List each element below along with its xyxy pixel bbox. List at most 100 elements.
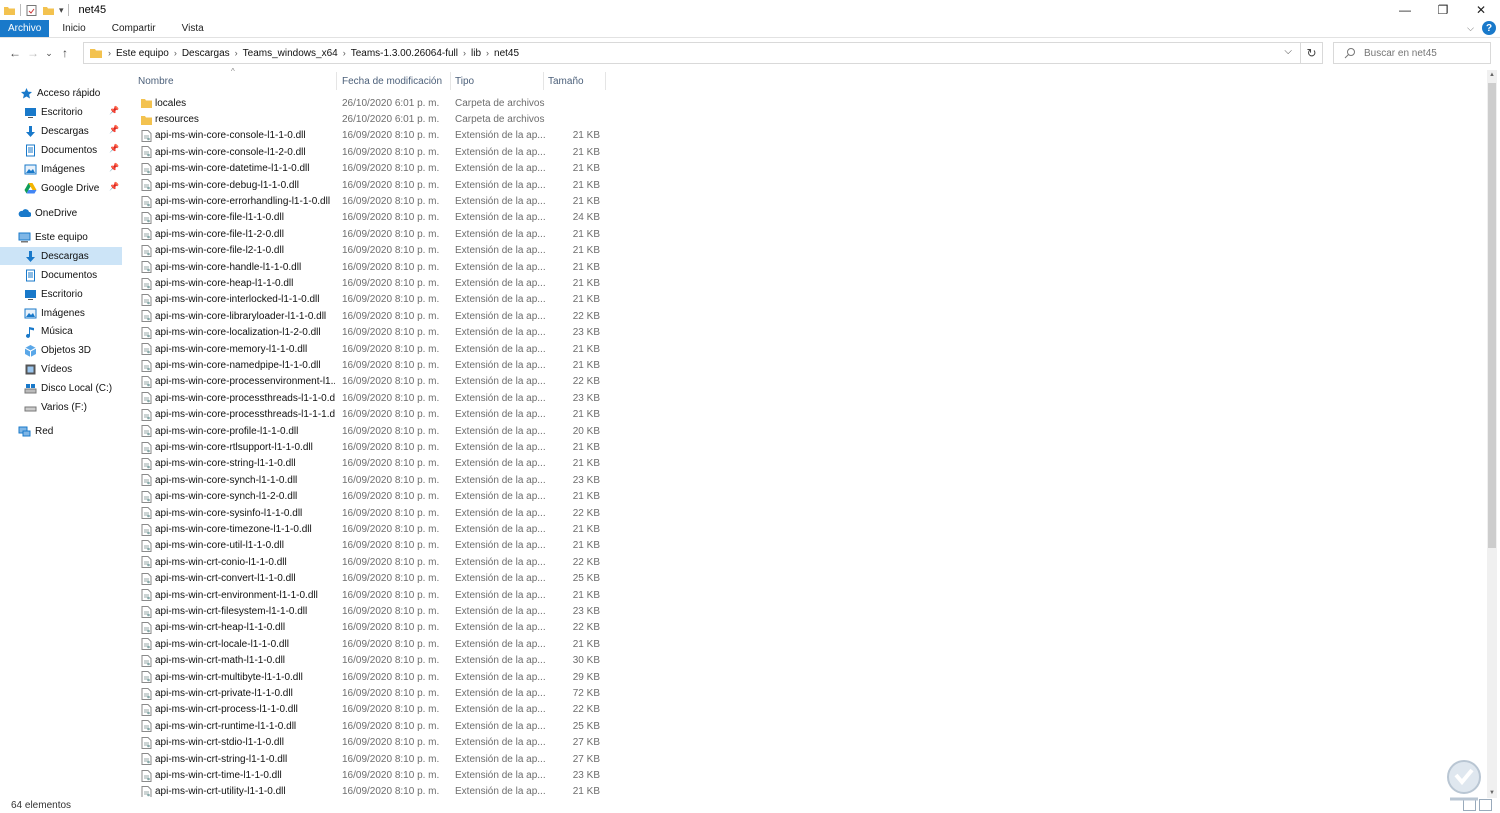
file-row[interactable]: api-ms-win-crt-private-l1-1-0.dll 16/09/2…: [137, 685, 607, 701]
file-row[interactable]: api-ms-win-core-debug-l1-1-0.dll 16/09/20…: [137, 177, 607, 193]
file-row[interactable]: api-ms-win-core-handle-l1-1-0.dll 16/09/2…: [137, 259, 607, 275]
breadcrumb-teams-windows[interactable]: Teams_windows_x64: [239, 48, 342, 59]
sidebar-item-este-equipo[interactable]: Este equipo: [18, 228, 122, 246]
file-row[interactable]: api-ms-win-core-synch-l1-1-0.dll 16/09/20…: [137, 472, 607, 488]
file-row[interactable]: api-ms-win-core-processenvironment-l1...…: [137, 374, 607, 390]
back-button[interactable]: ←: [6, 42, 24, 64]
tab-archivo[interactable]: Archivo: [0, 20, 50, 37]
file-row[interactable]: api-ms-win-core-synch-l1-2-0.dll 16/09/20…: [137, 489, 607, 505]
file-row[interactable]: api-ms-win-core-namedpipe-l1-1-0.dll 16/0…: [137, 357, 607, 373]
breadcrumb-teams-full[interactable]: Teams-1.3.00.26064-full: [347, 48, 462, 59]
address-bar[interactable]: › Este equipo › Descargas › Teams_window…: [83, 42, 1301, 64]
sidebar-item-onedrive[interactable]: OneDrive: [18, 204, 122, 222]
file-row[interactable]: api-ms-win-crt-conio-l1-1-0.dll 16/09/202…: [137, 554, 607, 570]
file-row[interactable]: api-ms-win-core-libraryloader-l1-1-0.dll…: [137, 308, 607, 324]
properties-icon[interactable]: [25, 4, 38, 17]
tab-inicio[interactable]: Inicio: [49, 20, 98, 37]
sidebar-item-descargas-pinned[interactable]: Descargas 📌: [24, 122, 122, 140]
file-row[interactable]: api-ms-win-crt-stdio-l1-1-0.dll 16/09/202…: [137, 735, 607, 751]
file-row[interactable]: api-ms-win-core-memory-l1-1-0.dll 16/09/2…: [137, 341, 607, 357]
file-row[interactable]: api-ms-win-crt-process-l1-1-0.dll 16/09/2…: [137, 702, 607, 718]
up-button[interactable]: ↑: [56, 42, 74, 64]
column-resize-handle[interactable]: [605, 72, 606, 90]
scroll-down-icon[interactable]: ▼: [1487, 788, 1497, 798]
breadcrumb-descargas[interactable]: Descargas: [178, 48, 234, 59]
sidebar-item-musica[interactable]: Música: [24, 322, 122, 340]
scroll-up-icon[interactable]: ▲: [1487, 70, 1497, 80]
column-header-size[interactable]: Tamaño: [543, 70, 605, 92]
sidebar-item-escritorio[interactable]: Escritorio: [24, 285, 122, 303]
refresh-button[interactable]: ↻: [1301, 42, 1323, 64]
file-row[interactable]: api-ms-win-crt-heap-l1-1-0.dll 16/09/2020…: [137, 620, 607, 636]
file-row[interactable]: api-ms-win-core-sysinfo-l1-1-0.dll 16/09/…: [137, 505, 607, 521]
file-row[interactable]: api-ms-win-core-file-l1-2-0.dll 16/09/202…: [137, 226, 607, 242]
sidebar-item-descargas[interactable]: Descargas: [0, 247, 122, 265]
file-row[interactable]: api-ms-win-core-util-l1-1-0.dll 16/09/202…: [137, 538, 607, 554]
sidebar-item-varios[interactable]: Varios (F:): [24, 398, 122, 416]
file-row[interactable]: api-ms-win-crt-environment-l1-1-0.dll 16/…: [137, 587, 607, 603]
file-row[interactable]: api-ms-win-core-processthreads-l1-1-0.dl…: [137, 390, 607, 406]
file-row[interactable]: api-ms-win-core-console-l1-1-0.dll 16/09/…: [137, 128, 607, 144]
file-row[interactable]: api-ms-win-core-processthreads-l1-1-1.dl…: [137, 407, 607, 423]
file-row[interactable]: locales 26/10/2020 6:01 p. m. Carpeta de a…: [137, 95, 607, 111]
file-row[interactable]: api-ms-win-crt-locale-l1-1-0.dll 16/09/20…: [137, 636, 607, 652]
file-row[interactable]: api-ms-win-core-console-l1-2-0.dll 16/09/…: [137, 144, 607, 160]
minimize-button[interactable]: —: [1386, 0, 1424, 20]
file-row[interactable]: api-ms-win-core-heap-l1-1-0.dll 16/09/202…: [137, 275, 607, 291]
file-row[interactable]: api-ms-win-crt-filesystem-l1-1-0.dll 16/0…: [137, 603, 607, 619]
file-row[interactable]: api-ms-win-crt-utility-l1-1-0.dll 16/09/2…: [137, 784, 607, 797]
expand-ribbon-icon[interactable]: ⌵: [1467, 23, 1474, 34]
file-row[interactable]: api-ms-win-core-interlocked-l1-1-0.dll 16…: [137, 292, 607, 308]
tab-compartir[interactable]: Compartir: [99, 20, 169, 37]
sidebar-item-documentos-pinned[interactable]: Documentos 📌: [24, 141, 122, 159]
sidebar-item-acceso-rapido[interactable]: Acceso rápido: [20, 84, 122, 102]
forward-button[interactable]: →: [24, 42, 42, 64]
column-header-name[interactable]: Nombre: [133, 70, 336, 92]
sidebar-item-escritorio-pinned[interactable]: Escritorio 📌: [24, 103, 122, 121]
file-type: Extensión de la ap...: [455, 442, 545, 454]
file-row[interactable]: api-ms-win-core-file-l2-1-0.dll 16/09/202…: [137, 243, 607, 259]
breadcrumb-net45[interactable]: net45: [490, 48, 523, 59]
sidebar-item-google-drive[interactable]: Google Drive 📌: [24, 179, 122, 197]
sidebar-item-objetos-3d[interactable]: Objetos 3D: [24, 341, 122, 359]
recent-locations-button[interactable]: ⌄: [42, 42, 56, 64]
file-row[interactable]: api-ms-win-core-errorhandling-l1-1-0.dll…: [137, 193, 607, 209]
file-row[interactable]: api-ms-win-core-profile-l1-1-0.dll 16/09/…: [137, 423, 607, 439]
close-button[interactable]: ✕: [1462, 0, 1500, 20]
sidebar-item-imagenes-pinned[interactable]: Imágenes 📌: [24, 160, 122, 178]
sidebar-item-videos[interactable]: Vídeos: [24, 360, 122, 378]
customize-toolbar-chevron-icon[interactable]: ▾: [59, 5, 64, 16]
file-row[interactable]: api-ms-win-core-datetime-l1-1-0.dll 16/09…: [137, 161, 607, 177]
file-row[interactable]: api-ms-win-core-file-l1-1-0.dll 16/09/202…: [137, 210, 607, 226]
breadcrumb-lib[interactable]: lib: [467, 48, 485, 59]
help-icon[interactable]: ?: [1482, 21, 1496, 35]
scrollbar-thumb[interactable]: [1488, 83, 1496, 548]
tab-vista[interactable]: Vista: [169, 20, 217, 37]
file-row[interactable]: api-ms-win-crt-math-l1-1-0.dll 16/09/2020…: [137, 653, 607, 669]
sidebar-item-red[interactable]: Red: [18, 422, 122, 440]
file-row[interactable]: api-ms-win-crt-string-l1-1-0.dll 16/09/20…: [137, 751, 607, 767]
search-box[interactable]: [1333, 42, 1491, 64]
restore-button[interactable]: ❐: [1424, 0, 1462, 20]
file-row[interactable]: api-ms-win-core-string-l1-1-0.dll 16/09/2…: [137, 456, 607, 472]
file-row[interactable]: api-ms-win-crt-time-l1-1-0.dll 16/09/2020…: [137, 767, 607, 783]
file-row[interactable]: api-ms-win-crt-runtime-l1-1-0.dll 16/09/2…: [137, 718, 607, 734]
sidebar-item-documentos[interactable]: Documentos: [24, 266, 122, 284]
file-row[interactable]: api-ms-win-core-rtlsupport-l1-1-0.dll 16/…: [137, 439, 607, 455]
file-row[interactable]: api-ms-win-crt-convert-l1-1-0.dll 16/09/2…: [137, 571, 607, 587]
vertical-scrollbar[interactable]: ▲ ▼: [1487, 70, 1497, 798]
sidebar-item-imagenes[interactable]: Imágenes: [24, 304, 122, 322]
desktop-icon: [25, 289, 36, 300]
breadcrumb-este-equipo[interactable]: Este equipo: [112, 48, 173, 59]
sidebar-item-label: Escritorio: [41, 106, 83, 118]
sidebar-item-disco-local[interactable]: Disco Local (C:): [24, 379, 122, 397]
search-input[interactable]: [1364, 47, 1484, 59]
column-header-date[interactable]: Fecha de modificación: [337, 70, 450, 92]
file-row[interactable]: api-ms-win-core-timezone-l1-1-0.dll 16/09…: [137, 521, 607, 537]
column-header-type[interactable]: Tipo: [450, 70, 543, 92]
address-dropdown-icon[interactable]: ⌵: [1284, 46, 1292, 57]
new-folder-icon[interactable]: [42, 4, 55, 17]
file-row[interactable]: resources 26/10/2020 6:01 p. m. Carpeta de…: [137, 111, 607, 127]
file-row[interactable]: api-ms-win-crt-multibyte-l1-1-0.dll 16/09…: [137, 669, 607, 685]
file-row[interactable]: api-ms-win-core-localization-l1-2-0.dll 1…: [137, 325, 607, 341]
